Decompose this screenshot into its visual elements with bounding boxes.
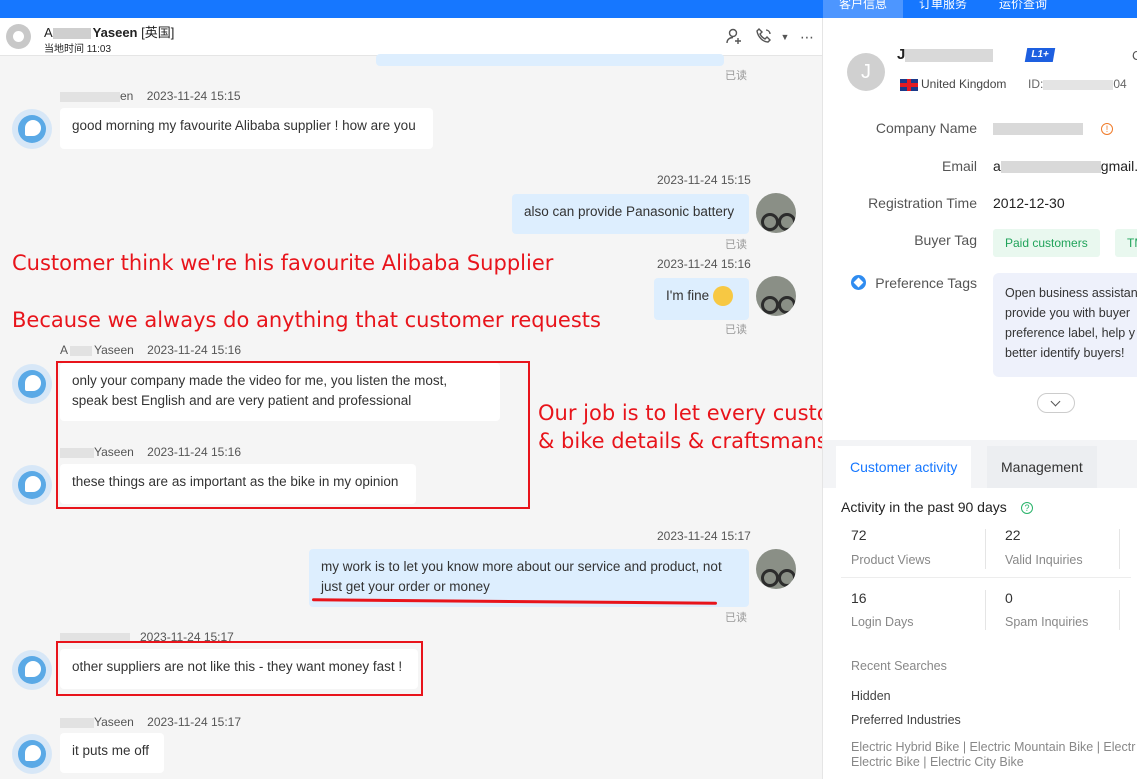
annotation-box (56, 641, 423, 696)
product-views-label: Product Views (851, 553, 931, 567)
buyer-name[interactable]: J (897, 46, 994, 63)
blurred-name (905, 48, 994, 62)
annotation-box (56, 361, 530, 509)
login-days-value: 16 (851, 590, 867, 606)
recent-searches-label: Recent Searches (851, 659, 947, 673)
truncated-text: C (1132, 48, 1137, 63)
annotation-note: Because we always do anything that custo… (12, 308, 601, 332)
contact-avatar[interactable] (6, 24, 31, 49)
top-tabs: 客户信息 订单服务 运价查询 (823, 0, 1063, 18)
contact-country: [英国] (141, 25, 175, 40)
tab-customer-activity[interactable]: Customer activity (836, 446, 972, 488)
top-tab-bar: 客户信息 订单服务 运价查询 (0, 0, 1137, 18)
buyer-tag-label: Buyer Tag (914, 232, 977, 248)
message-meta: A Yaseen 2023-11-24 15:16 (60, 343, 242, 357)
message-time: 2023-11-24 15:16 (657, 257, 751, 271)
product-views-value: 72 (851, 527, 867, 543)
preferred-industries-line: Electric Bike | Electric City Bike (851, 755, 1024, 769)
contact-name: A Yaseen [英国] (44, 25, 175, 40)
buyer-level-badge: L1+ (1024, 48, 1056, 62)
tab-freight-query[interactable]: 运价查询 (983, 0, 1063, 18)
outgoing-message: I'm fine (654, 278, 749, 320)
tab-customer-info[interactable]: 客户信息 (823, 0, 904, 18)
customer-avatar[interactable] (12, 734, 52, 774)
buyer-country: United Kingdom (921, 77, 1007, 91)
recent-searches-value: Hidden (851, 689, 891, 703)
blurred-name (70, 345, 93, 356)
buyer-avatar: J (847, 53, 885, 91)
local-time: 当地时间 11:03 (44, 44, 112, 55)
customer-avatar[interactable] (12, 650, 52, 690)
message-time: 2023-11-24 15:17 (657, 529, 751, 543)
tab-order-service[interactable]: 订单服务 (903, 0, 983, 18)
chat-panel: A Yaseen [英国] 当地时间 11:03 ▼ ⋯ 已读 en 2023-1… (0, 18, 822, 779)
preference-tags-label: Preference Tags (875, 275, 977, 291)
blurred-name (60, 717, 94, 728)
message-time: 2023-11-24 15:15 (657, 173, 751, 187)
valid-inquiries-label: Valid Inquiries (1005, 553, 1083, 567)
activity-title: Activity in the past 90 days (841, 499, 1007, 515)
incoming-message: it puts me off (60, 733, 164, 773)
thinking-emoji-icon (712, 286, 733, 307)
help-icon[interactable]: ? (1021, 502, 1033, 514)
registration-time-label: Registration Time (868, 195, 977, 211)
blurred-name (52, 28, 91, 40)
login-days-label: Login Days (851, 615, 914, 629)
tag-paid-customers[interactable]: Paid customers (993, 229, 1100, 257)
email-value: agmail.c (993, 158, 1137, 174)
warning-icon[interactable]: ! (1101, 123, 1113, 135)
tab-management[interactable]: Management (987, 446, 1097, 488)
phone-icon[interactable] (754, 27, 774, 47)
divider (985, 590, 986, 630)
company-name-label: Company Name (875, 120, 977, 136)
expand-button[interactable] (1037, 393, 1075, 413)
supplier-avatar[interactable] (756, 193, 796, 233)
read-status: 已读 (725, 612, 747, 624)
chat-header: A Yaseen [英国] 当地时间 11:03 ▼ ⋯ (0, 18, 822, 56)
divider (1119, 590, 1120, 630)
read-status: 已读 (725, 239, 747, 251)
registration-time-value: 2012-12-30 (993, 195, 1065, 211)
more-icon[interactable]: ⋯ (797, 27, 817, 47)
customer-info-panel: J J L1+ C United Kingdom ID:04 Company N… (822, 18, 1137, 779)
chevron-down-icon[interactable]: ▼ (775, 27, 795, 47)
supplier-avatar[interactable] (756, 549, 796, 589)
add-contact-icon[interactable] (724, 27, 744, 47)
message-bubble-partial (376, 54, 724, 66)
email-label: Email (941, 158, 977, 174)
annotation-note: & bike details & craftsmanship (538, 429, 822, 453)
spam-inquiries-label: Spam Inquiries (1005, 615, 1089, 629)
spam-inquiries-value: 0 (1005, 590, 1013, 606)
message-meta: en 2023-11-24 15:15 (60, 89, 241, 103)
blurred-name (60, 91, 120, 102)
supplier-avatar[interactable] (756, 276, 796, 316)
preference-promo-box[interactable]: Open business assistant provide you with… (993, 273, 1137, 377)
annotation-note: Our job is to let every customer know ou… (538, 401, 822, 425)
blurred-id (1043, 79, 1114, 90)
divider (985, 529, 986, 569)
message-meta: Yaseen 2023-11-24 15:17 (60, 715, 241, 729)
buyer-id: ID: 04 (1028, 77, 1127, 91)
customer-avatar[interactable] (12, 465, 52, 505)
company-name-value (993, 120, 1083, 136)
read-status: 已读 (725, 70, 747, 82)
customer-avatar[interactable] (12, 109, 52, 149)
annotation-note: Customer think we're his favourite Aliba… (12, 251, 554, 275)
divider (841, 577, 1131, 578)
preferred-industries-label: Preferred Industries (851, 713, 961, 727)
uk-flag-icon (900, 79, 918, 91)
tag-tm[interactable]: TM (1115, 229, 1137, 257)
read-status: 已读 (725, 324, 747, 336)
preferred-industries-line: Electric Hybrid Bike | Electric Mountain… (851, 740, 1136, 754)
customer-avatar[interactable] (12, 364, 52, 404)
outgoing-message: also can provide Panasonic battery (512, 194, 749, 234)
divider (1119, 529, 1120, 569)
valid-inquiries-value: 22 (1005, 527, 1021, 543)
incoming-message: good morning my favourite Alibaba suppli… (60, 108, 433, 149)
